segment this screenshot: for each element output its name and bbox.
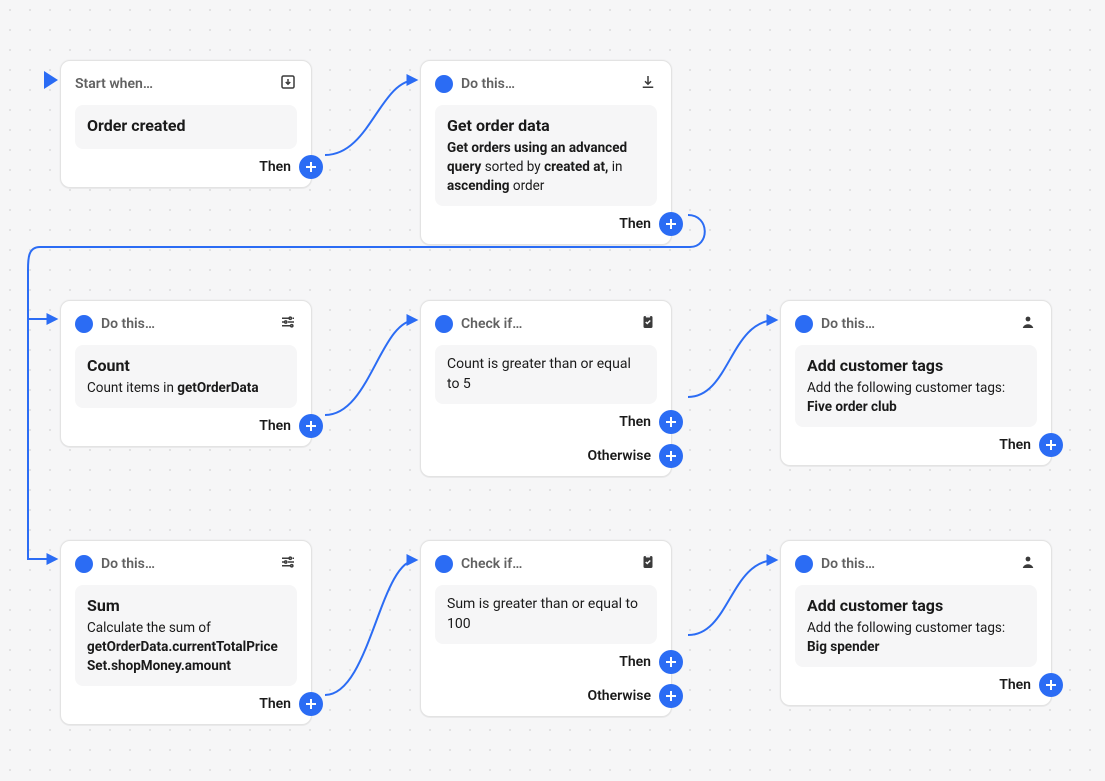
then-label: Then [619,216,651,232]
otherwise-label: Otherwise [587,688,651,704]
tagbig-desc: Add the following customer tags: Big spe… [807,619,1025,657]
then-action[interactable]: Then [259,155,297,179]
count-title: Count [87,355,285,377]
node-bullet-icon [435,75,453,93]
do-this-label: Do this… [461,76,515,92]
do-this-label: Do this… [101,316,155,332]
plus-button[interactable] [1039,433,1063,457]
plus-button[interactable] [1039,673,1063,697]
node-bullet-icon [75,555,93,573]
then-action[interactable]: Then [619,650,657,674]
then-action[interactable]: Then [999,433,1037,457]
otherwise-label: Otherwise [587,448,651,464]
node-sum[interactable]: Do this… Sum Calculate the sum of getOrd… [60,540,312,725]
do-this-label: Do this… [821,316,875,332]
node-add-tag-five-order-club[interactable]: Do this… Add customer tags Add the follo… [780,300,1052,466]
then-label: Then [259,159,291,175]
clipboard-check-icon [639,313,657,335]
plus-button[interactable] [299,414,323,438]
node-count[interactable]: Do this… Count Count items in getOrderDa… [60,300,312,447]
node-bullet-icon [435,555,453,573]
then-label: Then [619,654,651,670]
get-order-desc: Get orders using an advanced query sorte… [447,139,645,196]
sum-title: Sum [87,595,285,617]
node-start-trigger[interactable]: Start when… Order created Then [60,60,312,188]
download-icon [639,73,657,95]
then-label: Then [999,677,1031,693]
then-label: Then [619,414,651,430]
node-bullet-icon [795,555,813,573]
tag5-title: Add customer tags [807,355,1025,377]
then-action[interactable]: Then [999,673,1037,697]
do-this-label: Do this… [101,556,155,572]
plus-button[interactable] [659,444,683,468]
check-if-label: Check if… [461,316,522,332]
node-bullet-icon [75,315,93,333]
tagbig-content: Add customer tags Add the following cust… [795,585,1037,667]
plus-button[interactable] [659,212,683,236]
otherwise-action[interactable]: Otherwise [587,684,657,708]
import-icon [279,73,297,95]
node-get-order-data[interactable]: Do this… Get order data Get orders using… [420,60,672,245]
then-action[interactable]: Then [619,212,657,236]
tagbig-title: Add customer tags [807,595,1025,617]
check100-content: Sum is greater than or equal to 100 [435,585,657,644]
check5-content: Count is greater than or equal to 5 [435,345,657,404]
plus-button[interactable] [659,650,683,674]
clipboard-check-icon [639,553,657,575]
plus-button[interactable] [299,155,323,179]
node-check-sum-100[interactable]: Check if… Sum is greater than or equal t… [420,540,672,717]
count-desc: Count items in getOrderData [87,379,285,398]
then-action[interactable]: Then [259,414,297,438]
settings-sliders-icon [279,553,297,575]
get-order-title: Get order data [447,115,645,137]
otherwise-action[interactable]: Otherwise [587,444,657,468]
plus-button[interactable] [659,410,683,434]
workflow-canvas[interactable]: Start when… Order created Then Do this… [0,0,1105,781]
node-check-count-5[interactable]: Check if… Count is greater than or equal… [420,300,672,477]
do-this-label: Do this… [821,556,875,572]
check-if-label: Check if… [461,556,522,572]
sum-desc: Calculate the sum of getOrderData.curren… [87,619,285,676]
then-label: Then [999,437,1031,453]
person-icon [1019,313,1037,335]
settings-sliders-icon [279,313,297,335]
node-bullet-icon [795,315,813,333]
sum-content: Sum Calculate the sum of getOrderData.cu… [75,585,297,686]
start-trigger-title: Order created [87,115,285,137]
plus-button[interactable] [299,692,323,716]
person-icon [1019,553,1037,575]
count-content: Count Count items in getOrderData [75,345,297,408]
plus-button[interactable] [659,684,683,708]
then-action[interactable]: Then [259,692,297,716]
start-trigger-content: Order created [75,105,297,149]
then-label: Then [259,696,291,712]
check100-text: Sum is greater than or equal to 100 [447,596,638,632]
then-label: Then [259,418,291,434]
then-action[interactable]: Then [619,410,657,434]
get-order-content: Get order data Get orders using an advan… [435,105,657,206]
tag5-content: Add customer tags Add the following cust… [795,345,1037,427]
node-add-tag-big-spender[interactable]: Do this… Add customer tags Add the follo… [780,540,1052,706]
tag5-desc: Add the following customer tags: Five or… [807,379,1025,417]
start-header-label: Start when… [75,76,153,92]
node-bullet-icon [435,315,453,333]
start-play-icon [44,71,58,89]
check5-text: Count is greater than or equal to 5 [447,356,631,392]
